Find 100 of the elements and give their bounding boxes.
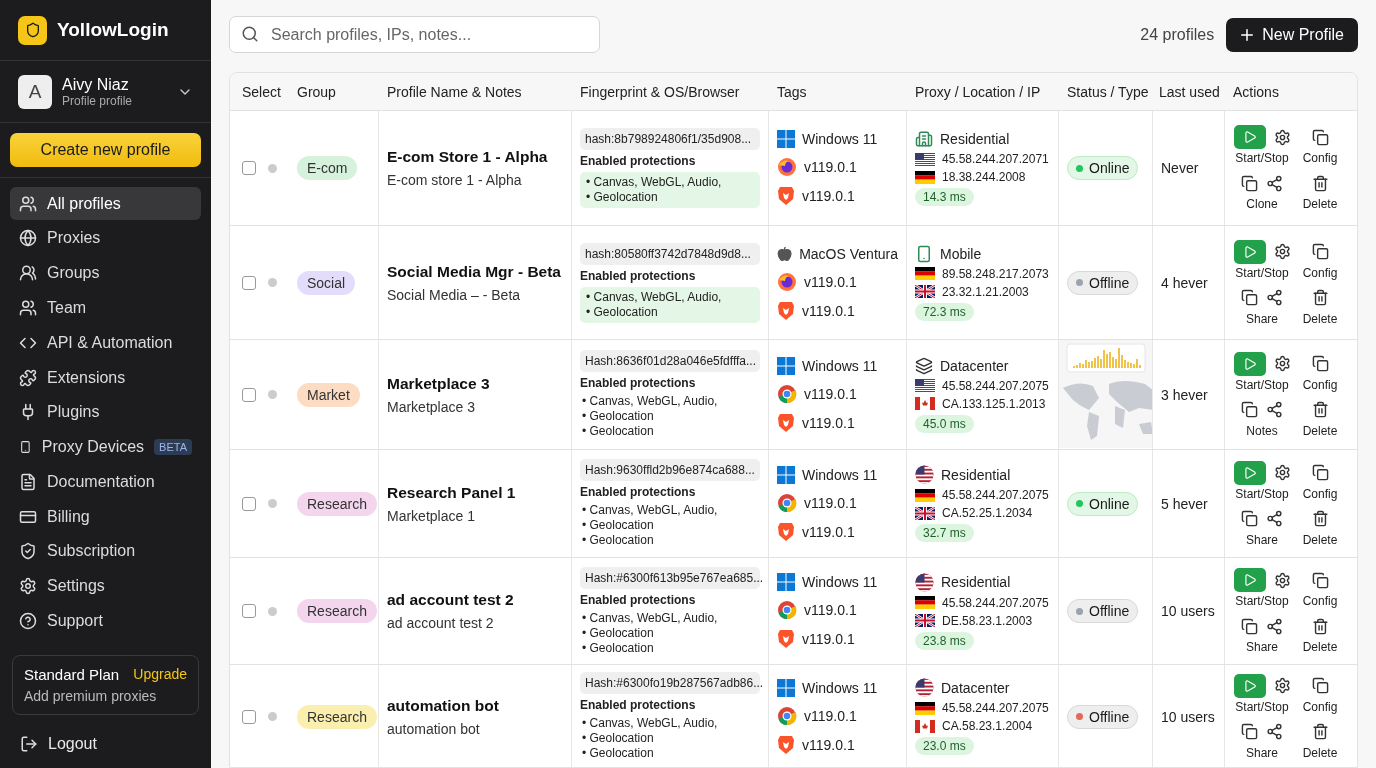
profile-name: ad account test 2 bbox=[387, 591, 515, 609]
sidebar-item[interactable]: Documentation bbox=[10, 465, 201, 499]
browser-version: v119.0.1 bbox=[804, 494, 857, 511]
action-label: Config bbox=[1302, 699, 1338, 714]
flag-icon bbox=[915, 572, 934, 592]
trash-icon[interactable] bbox=[1311, 723, 1329, 740]
search-field[interactable]: Search profiles, IPs, notes... bbox=[229, 16, 600, 53]
flag-icon bbox=[915, 614, 935, 627]
proxy-type: Mobile bbox=[940, 245, 982, 262]
copy-icon[interactable] bbox=[1241, 174, 1258, 192]
action-label: Config bbox=[1302, 151, 1338, 165]
browser-version: v119.0.1 bbox=[804, 159, 857, 175]
upgrade-link[interactable]: Upgrade bbox=[133, 666, 187, 683]
play-button[interactable] bbox=[1233, 351, 1266, 376]
protections-title: Enabled protections bbox=[580, 592, 697, 607]
copy-icon[interactable] bbox=[1241, 723, 1258, 740]
profile-name: automation bot bbox=[387, 696, 500, 715]
settings-icon[interactable] bbox=[1273, 243, 1291, 260]
fingerprint-hash: Hash:9630ffld2b96e874ca688... bbox=[580, 459, 760, 481]
action-label: Config bbox=[1302, 486, 1338, 501]
column-header: Proxy / Location / IP bbox=[915, 83, 1041, 100]
settings-icon[interactable] bbox=[1273, 464, 1291, 481]
os-label: Windows 11 bbox=[802, 679, 878, 696]
share-icon[interactable] bbox=[1266, 510, 1283, 527]
new-profile-button[interactable]: New Profile bbox=[1226, 17, 1358, 52]
action-label: Delete bbox=[1302, 532, 1338, 547]
proxy-ip: 45.58.244.207.2075 bbox=[942, 488, 1049, 502]
row-checkbox[interactable] bbox=[242, 496, 256, 511]
protections-list: • Canvas, WebGL, Audio, • Geolocation bbox=[580, 286, 760, 323]
flag-icon bbox=[915, 170, 935, 184]
trash-icon[interactable] bbox=[1311, 401, 1329, 418]
copy-icon[interactable] bbox=[1241, 289, 1258, 306]
protections-title: Enabled protections bbox=[580, 698, 697, 712]
play-button[interactable] bbox=[1233, 239, 1266, 264]
sidebar-item[interactable]: Groups bbox=[10, 256, 201, 290]
row-checkbox[interactable] bbox=[242, 275, 256, 290]
last-used: 10 users bbox=[1161, 708, 1216, 725]
sidebar-item[interactable]: Support bbox=[10, 604, 201, 638]
share-icon[interactable] bbox=[1266, 174, 1283, 192]
sidebar-item[interactable]: Billing bbox=[10, 500, 201, 534]
proxy-ip: 23.32.1.21.2003 bbox=[942, 284, 1029, 299]
copy-icon[interactable] bbox=[1311, 243, 1329, 260]
latency-badge: 14.3 ms bbox=[915, 188, 974, 206]
last-used: Never bbox=[1161, 160, 1200, 176]
latency-badge: 45.0 ms bbox=[915, 414, 974, 433]
sidebar-item[interactable]: Subscription bbox=[10, 534, 201, 568]
share-icon[interactable] bbox=[1266, 617, 1283, 635]
copy-icon[interactable] bbox=[1311, 128, 1329, 146]
row-checkbox[interactable] bbox=[242, 387, 256, 402]
play-icon bbox=[1242, 465, 1257, 480]
copy-icon[interactable] bbox=[1311, 571, 1329, 589]
copy-icon[interactable] bbox=[1241, 617, 1258, 635]
copy-icon[interactable] bbox=[1241, 510, 1258, 527]
brave-icon bbox=[777, 300, 795, 321]
sidebar-item[interactable]: All profiles bbox=[10, 187, 201, 221]
copy-icon[interactable] bbox=[1311, 464, 1329, 481]
layers-icon bbox=[915, 356, 933, 375]
sidebar-item[interactable]: Settings bbox=[10, 569, 201, 603]
trash-icon[interactable] bbox=[1311, 289, 1329, 306]
os-label: Windows 11 bbox=[802, 131, 878, 147]
last-used: 3 hever bbox=[1161, 386, 1209, 403]
share-icon[interactable] bbox=[1266, 401, 1283, 418]
sidebar-item[interactable]: Extensions bbox=[10, 360, 201, 395]
status-dot-icon bbox=[268, 163, 277, 173]
play-button[interactable] bbox=[1233, 460, 1266, 485]
play-button[interactable] bbox=[1233, 568, 1266, 592]
flag-icon bbox=[915, 379, 935, 392]
sidebar-item[interactable]: API & Automation bbox=[10, 326, 201, 360]
sidebar-item[interactable]: Team bbox=[10, 291, 201, 325]
puzzle-icon bbox=[19, 368, 37, 387]
settings-icon[interactable] bbox=[1273, 677, 1291, 694]
share-icon[interactable] bbox=[1266, 289, 1283, 306]
status-pill: Online bbox=[1067, 156, 1139, 180]
create-profile-button[interactable]: Create new profile bbox=[10, 133, 201, 167]
protections-title: Enabled protections bbox=[580, 154, 697, 168]
settings-icon[interactable] bbox=[1273, 571, 1291, 589]
chrome-icon bbox=[777, 600, 797, 620]
row-checkbox[interactable] bbox=[242, 161, 256, 175]
play-button[interactable] bbox=[1233, 673, 1266, 698]
trash-icon[interactable] bbox=[1311, 510, 1329, 527]
copy-icon[interactable] bbox=[1311, 355, 1329, 372]
sidebar-item[interactable]: Proxies bbox=[10, 221, 201, 255]
share-icon[interactable] bbox=[1266, 723, 1283, 740]
copy-icon[interactable] bbox=[1311, 677, 1329, 694]
logout-item[interactable]: Logout bbox=[0, 734, 211, 753]
settings-icon[interactable] bbox=[1273, 355, 1291, 372]
action-label: Delete bbox=[1302, 640, 1338, 654]
chrome-icon bbox=[777, 492, 797, 513]
row-checkbox[interactable] bbox=[242, 604, 256, 618]
fingerprint-hash: Hash:#6300fo19b287567adb86... bbox=[580, 672, 760, 694]
trash-icon[interactable] bbox=[1311, 174, 1329, 192]
settings-icon[interactable] bbox=[1273, 128, 1291, 146]
sidebar-item[interactable]: Plugins bbox=[10, 395, 201, 429]
profile-note: Marketplace 3 bbox=[387, 398, 476, 415]
protections-list: • Canvas, WebGL, Audio, • Geolocation • Geolocation bbox=[580, 716, 760, 761]
trash-icon[interactable] bbox=[1311, 617, 1329, 635]
sidebar-item[interactable]: Proxy Devices BETA bbox=[10, 430, 201, 464]
row-checkbox[interactable] bbox=[242, 709, 256, 724]
play-button[interactable] bbox=[1233, 125, 1266, 149]
copy-icon[interactable] bbox=[1241, 401, 1258, 418]
